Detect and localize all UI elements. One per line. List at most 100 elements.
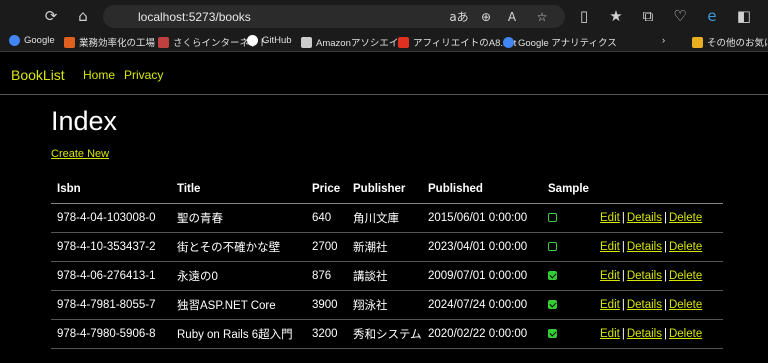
cell-price: 640 — [306, 203, 347, 233]
cell-sample — [542, 232, 594, 262]
edit-link[interactable]: Edit — [600, 270, 620, 282]
cell-actions: Edit | Details | Delete — [594, 319, 723, 349]
table-row: 978-4-06-276413-1 永遠の0 876 講談社 2009/07/01 0:… — [51, 261, 723, 291]
nav-privacy-link[interactable]: Privacy — [124, 68, 163, 82]
cell-title: 永遠の0 — [171, 261, 306, 291]
cell-title: 聖の青春 — [171, 203, 306, 233]
cell-sample — [542, 319, 594, 349]
table-row: 978-4-10-353437-2 街とその不確かな壁 2700 新潮社 2023/04… — [51, 232, 723, 262]
delete-link[interactable]: Delete — [669, 241, 702, 253]
url-text: localhost:5273/books — [138, 9, 251, 24]
header-title: Title — [171, 175, 306, 204]
bookmark-factory[interactable]: 業務効率化の工場 — [64, 35, 155, 49]
action-separator: | — [621, 211, 625, 224]
address-bar[interactable]: localhost:5273/books aあ ⊕ A ☆ — [103, 5, 565, 28]
cell-actions: Edit | Details | Delete — [594, 261, 723, 291]
cell-publisher: 新潮社 — [347, 232, 422, 262]
cell-isbn: 978-4-10-353437-2 — [51, 232, 171, 262]
books-table: Isbn Title Price Publisher Published Sam… — [51, 175, 723, 349]
action-separator: | — [621, 298, 625, 311]
cell-published: 2015/06/01 0:00:00 — [422, 203, 542, 233]
a8-icon — [398, 36, 409, 48]
bookmark-github[interactable]: GitHub — [247, 35, 292, 46]
edit-link[interactable]: Edit — [600, 212, 620, 224]
bookmark-amazon[interactable]: Amazonアソシエイト — [301, 35, 408, 49]
sample-checkbox — [548, 212, 557, 222]
nav-home-link[interactable]: Home — [83, 68, 115, 82]
cell-price: 2700 — [306, 232, 347, 262]
cell-sample — [542, 290, 594, 320]
cell-title: Ruby on Rails 6超入門 — [171, 319, 306, 349]
cell-publisher: 翔泳社 — [347, 290, 422, 320]
delete-link[interactable]: Delete — [669, 212, 702, 224]
cell-published: 2009/07/01 0:00:00 — [422, 261, 542, 291]
delete-link[interactable]: Delete — [669, 328, 702, 340]
folder-icon — [692, 36, 703, 48]
details-link[interactable]: Details — [627, 241, 662, 253]
cell-published: 2023/04/01 0:00:00 — [422, 232, 542, 262]
favorite-star-icon[interactable]: ☆ — [531, 5, 553, 28]
cell-price: 3900 — [306, 290, 347, 320]
cell-isbn: 978-4-06-276413-1 — [51, 261, 171, 291]
create-new-link[interactable]: Create New — [51, 148, 109, 160]
factory-icon — [64, 36, 75, 48]
edit-link[interactable]: Edit — [600, 241, 620, 253]
sample-checkbox — [548, 270, 557, 280]
brand-link[interactable]: BookList — [11, 67, 65, 83]
bookmark-google[interactable]: Google — [9, 35, 55, 46]
sample-checkbox — [548, 328, 557, 338]
header-publisher: Publisher — [347, 175, 422, 204]
home-icon[interactable]: ⌂ — [68, 2, 98, 30]
translate-icon[interactable]: aあ — [448, 5, 470, 28]
action-separator: | — [621, 327, 625, 340]
browser-toolbar: ⟳ ⌂ localhost:5273/books aあ ⊕ A ☆ ▯ ★ ⧉ … — [0, 0, 768, 32]
details-link[interactable]: Details — [627, 299, 662, 311]
bookmark-a8[interactable]: アフィリエイトのA8.net — [398, 35, 516, 49]
zoom-icon[interactable]: ⊕ — [475, 5, 497, 28]
app-navbar: BookList Home Privacy — [0, 53, 768, 95]
table-row: 978-4-7981-8055-7 独習ASP.NET Core 3900 翔泳社 20… — [51, 290, 723, 320]
table-row: 978-4-04-103008-0 聖の青春 640 角川文庫 2015/06/01 0… — [51, 203, 723, 233]
header-published: Published — [422, 175, 542, 204]
cell-isbn: 978-4-7981-8055-7 — [51, 290, 171, 320]
edge-icon[interactable]: e — [696, 2, 728, 30]
delete-link[interactable]: Delete — [669, 299, 702, 311]
cell-price: 3200 — [306, 319, 347, 349]
chevron-right-icon[interactable]: › — [662, 35, 665, 46]
cell-actions: Edit | Details | Delete — [594, 290, 723, 320]
cell-published: 2020/02/22 0:00:00 — [422, 319, 542, 349]
amazon-icon — [301, 36, 312, 48]
cell-isbn: 978-4-7980-5906-8 — [51, 319, 171, 349]
cell-isbn: 978-4-04-103008-0 — [51, 203, 171, 233]
cell-actions: Edit | Details | Delete — [594, 203, 723, 233]
cell-publisher: 秀和システム — [347, 319, 422, 349]
cell-price: 876 — [306, 261, 347, 291]
details-link[interactable]: Details — [627, 270, 662, 282]
extensions-icon[interactable]: ♡ — [664, 2, 696, 30]
more-icon[interactable]: ⋯ — [760, 2, 768, 30]
favorites-icon[interactable]: ★ — [600, 2, 632, 30]
edit-link[interactable]: Edit — [600, 328, 620, 340]
cell-publisher: 講談社 — [347, 261, 422, 291]
header-actions — [594, 175, 723, 204]
bookmarks-bar: Google 業務効率化の工場 さくらインターネット GitHub Amazon… — [0, 32, 768, 52]
split-screen-icon[interactable]: ▯ — [568, 2, 600, 30]
profile-icon[interactable]: ◧ — [728, 2, 760, 30]
sample-checkbox — [548, 241, 557, 251]
collections-icon[interactable]: ⧉ — [632, 2, 664, 30]
reload-icon[interactable]: ⟳ — [36, 2, 66, 30]
action-separator: | — [663, 269, 667, 282]
google-icon — [9, 35, 20, 46]
action-separator: | — [621, 240, 625, 253]
delete-link[interactable]: Delete — [669, 270, 702, 282]
details-link[interactable]: Details — [627, 328, 662, 340]
edit-link[interactable]: Edit — [600, 299, 620, 311]
read-aloud-icon[interactable]: A — [501, 5, 523, 28]
table-header-row: Isbn Title Price Publisher Published Sam… — [51, 175, 723, 204]
header-sample: Sample — [542, 175, 594, 204]
action-separator: | — [663, 327, 667, 340]
bookmark-analytics[interactable]: Google アナリティクス — [503, 35, 617, 49]
details-link[interactable]: Details — [627, 212, 662, 224]
action-separator: | — [663, 240, 667, 253]
bookmark-other-folder[interactable]: その他のお気に入 — [692, 35, 768, 49]
